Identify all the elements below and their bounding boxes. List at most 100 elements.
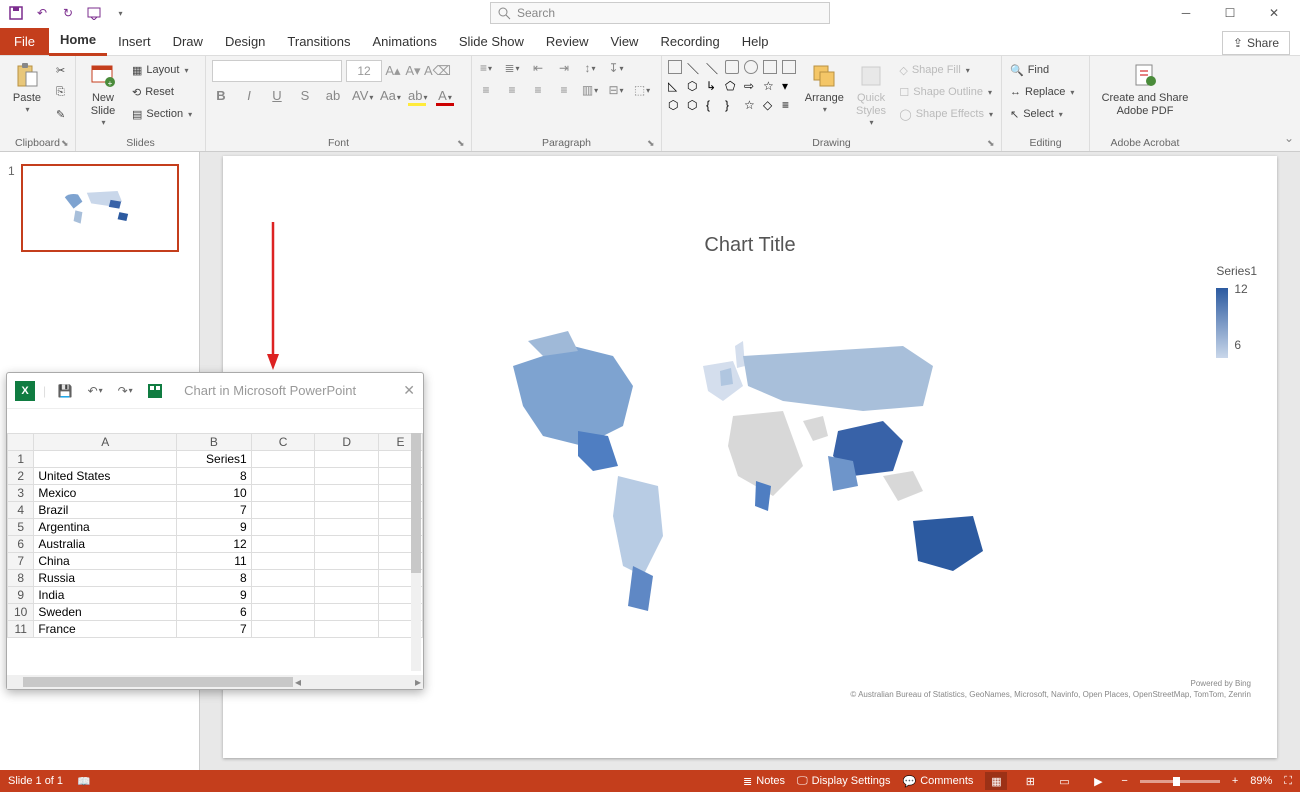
font-dialog-launcher[interactable]: ⬊ [457, 138, 468, 149]
tab-draw[interactable]: Draw [162, 28, 214, 55]
tab-file[interactable]: File [0, 28, 49, 55]
notes-button[interactable]: ≣ Notes [743, 775, 785, 788]
bold-button[interactable]: B [212, 88, 230, 106]
minimize-button[interactable]: ─ [1164, 0, 1208, 26]
cut-button[interactable]: ✂ [54, 60, 67, 80]
table-row[interactable]: 1Series1 [8, 451, 423, 468]
customize-qat-icon[interactable]: ▾ [108, 2, 132, 24]
text-direction-button[interactable]: ↧▾ [608, 60, 624, 76]
zoom-level[interactable]: 89% [1250, 775, 1272, 787]
fit-to-window-button[interactable]: ⛶ [1284, 775, 1292, 788]
reading-view-button[interactable]: ▭ [1053, 772, 1075, 790]
table-row[interactable]: 9India9 [8, 587, 423, 604]
tab-transitions[interactable]: Transitions [276, 28, 361, 55]
align-center-button[interactable]: ≡ [504, 82, 520, 98]
table-row[interactable]: 5Argentina9 [8, 519, 423, 536]
font-color-button[interactable]: A▾ [436, 88, 454, 106]
find-button[interactable]: 🔍Find [1008, 60, 1083, 80]
font-name-input[interactable] [212, 60, 342, 82]
shape-fill-button[interactable]: ◇Shape Fill▾ [897, 60, 995, 80]
font-size-input[interactable]: 12 [346, 60, 382, 82]
shape-outline-button[interactable]: ☐Shape Outline▾ [897, 82, 995, 102]
tab-help[interactable]: Help [731, 28, 780, 55]
paragraph-dialog-launcher[interactable]: ⬊ [647, 138, 658, 149]
excel-save-icon[interactable]: 💾 [54, 380, 76, 402]
undo-icon[interactable]: ↶ [30, 2, 54, 24]
numbering-button[interactable]: ≣▾ [504, 60, 520, 76]
strikethrough-button[interactable]: S [296, 88, 314, 106]
table-row[interactable]: 2United States8 [8, 468, 423, 485]
section-button[interactable]: ▤Section▾ [130, 104, 194, 124]
change-case-button[interactable]: Aa▾ [380, 88, 398, 106]
line-spacing-button[interactable]: ↕▾ [582, 60, 598, 76]
shapes-gallery[interactable]: ＼＼ ◺⬡↳⬠⇨☆▾ ⬡⬡{}☆◇≡ [668, 60, 798, 135]
display-settings-button[interactable]: 🖵 Display Settings [797, 775, 890, 788]
table-row[interactable]: 3Mexico10 [8, 485, 423, 502]
normal-view-button[interactable]: ▦ [985, 772, 1007, 790]
create-pdf-button[interactable]: Create and Share Adobe PDF [1096, 60, 1194, 118]
zoom-in-button[interactable]: + [1232, 775, 1238, 787]
decrease-indent-button[interactable]: ⇤ [530, 60, 546, 76]
tab-insert[interactable]: Insert [107, 28, 162, 55]
character-spacing-button[interactable]: AV▾ [352, 88, 370, 106]
justify-button[interactable]: ≡ [556, 82, 572, 98]
slide-indicator[interactable]: Slide 1 of 1 [8, 775, 63, 787]
replace-button[interactable]: ↔Replace▾ [1008, 82, 1083, 102]
increase-indent-button[interactable]: ⇥ [556, 60, 572, 76]
tab-design[interactable]: Design [214, 28, 276, 55]
close-button[interactable]: ✕ [1252, 0, 1296, 26]
slide-sorter-button[interactable]: ⊞ [1019, 772, 1041, 790]
align-left-button[interactable]: ≡ [478, 82, 494, 98]
comments-button[interactable]: 💬 Comments [903, 775, 974, 788]
columns-button[interactable]: ▥▾ [582, 82, 598, 98]
table-row[interactable]: 4Brazil7 [8, 502, 423, 519]
table-row[interactable]: 10Sweden6 [8, 604, 423, 621]
align-text-button[interactable]: ⊟▾ [608, 82, 624, 98]
clipboard-dialog-launcher[interactable]: ⬊ [61, 138, 72, 149]
excel-horizontal-scrollbar[interactable]: ◂▸ [7, 675, 423, 689]
zoom-slider[interactable] [1140, 780, 1220, 783]
table-row[interactable]: 11France7 [8, 621, 423, 638]
tab-recording[interactable]: Recording [649, 28, 730, 55]
excel-vertical-scrollbar[interactable] [411, 433, 421, 671]
tab-review[interactable]: Review [535, 28, 600, 55]
arrange-button[interactable]: Arrange▾ [804, 60, 845, 135]
excel-grid[interactable]: ABCDE 1Series12United States83Mexico104B… [7, 433, 423, 675]
excel-redo-icon[interactable]: ↷▾ [114, 380, 136, 402]
decrease-font-icon[interactable]: A▾ [404, 63, 422, 79]
tab-home[interactable]: Home [49, 26, 107, 56]
save-icon[interactable] [4, 2, 28, 24]
format-painter-button[interactable]: ✎ [54, 104, 67, 124]
tab-slideshow[interactable]: Slide Show [448, 28, 535, 55]
table-row[interactable]: 7China11 [8, 553, 423, 570]
clear-format-icon[interactable]: A⌫ [424, 63, 442, 79]
copy-button[interactable]: ⎘ [54, 82, 67, 102]
table-row[interactable]: 8Russia8 [8, 570, 423, 587]
start-from-beginning-icon[interactable] [82, 2, 106, 24]
tab-animations[interactable]: Animations [362, 28, 448, 55]
spellcheck-icon[interactable]: 📖 [77, 775, 91, 788]
select-button[interactable]: ↖Select▾ [1008, 104, 1083, 124]
shape-effects-button[interactable]: ◯Shape Effects▾ [897, 104, 995, 124]
table-row[interactable]: 6Australia12 [8, 536, 423, 553]
underline-button[interactable]: U [268, 88, 286, 106]
highlight-button[interactable]: ab▾ [408, 88, 426, 106]
shadow-button[interactable]: ab [324, 88, 342, 106]
maximize-button[interactable]: ☐ [1208, 0, 1252, 26]
collapse-ribbon-icon[interactable]: ⌄ [1278, 125, 1300, 151]
share-button[interactable]: ⇪ Share [1222, 31, 1290, 55]
excel-data-window[interactable]: X | 💾 ↶▾ ↷▾ Chart in Microsoft PowerPoin… [6, 372, 424, 690]
drawing-dialog-launcher[interactable]: ⬊ [987, 138, 998, 149]
zoom-out-button[interactable]: − [1121, 775, 1127, 787]
smartart-button[interactable]: ⬚▾ [634, 82, 650, 98]
excel-close-button[interactable]: ✕ [403, 382, 415, 399]
slideshow-view-button[interactable]: ▶ [1087, 772, 1109, 790]
slide-thumbnail-1[interactable]: 1 [8, 164, 191, 252]
redo-icon[interactable]: ↻ [56, 2, 80, 24]
reset-button[interactable]: ⟲Reset [130, 82, 194, 102]
excel-edit-data-icon[interactable] [144, 380, 166, 402]
italic-button[interactable]: I [240, 88, 258, 106]
quick-styles-button[interactable]: Quick Styles▾ [851, 60, 892, 135]
layout-button[interactable]: ▦Layout▾ [130, 60, 194, 80]
paste-button[interactable]: Paste▾ [6, 60, 48, 135]
